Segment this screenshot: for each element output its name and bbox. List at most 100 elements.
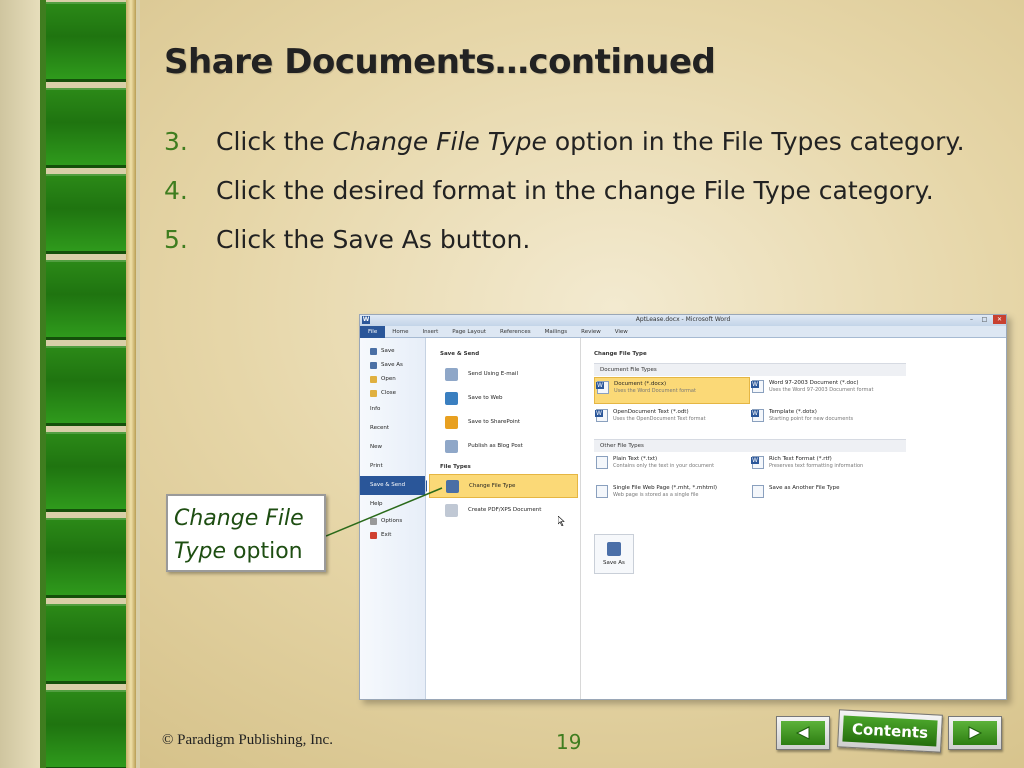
other-file-types-group: Other File Types: [594, 439, 906, 452]
callout-leader-line: [326, 487, 443, 537]
mouse-pointer-icon: [558, 516, 565, 526]
slide-title: Share Documents…continued: [164, 42, 716, 82]
callout-box: Change File Type option: [166, 494, 326, 572]
save-send-item-label: Save to SharePoint: [468, 419, 521, 425]
step-number: 3.: [164, 127, 188, 156]
page-number: 19: [556, 730, 582, 754]
file-types-heading: File Types: [440, 464, 471, 470]
save-as-label: Save As: [603, 560, 625, 566]
backstage-item[interactable]: Save As: [360, 358, 425, 372]
backstage-item[interactable]: Close: [360, 386, 425, 400]
backstage-item-label: Print: [370, 463, 383, 469]
close-icon[interactable]: ✕: [993, 315, 1006, 324]
file-type-option[interactable]: Save as Another File Type: [750, 482, 906, 509]
save-as-icon: [370, 361, 377, 369]
file-type-option[interactable]: Document (*.docx)Uses the Word Document …: [594, 377, 750, 404]
ribbon-tab[interactable]: View: [608, 326, 635, 338]
strip-tile: [46, 432, 126, 512]
email-icon: [445, 367, 458, 381]
save-send-item[interactable]: Change File Type: [429, 474, 578, 498]
save-send-item-label: Save to Web: [468, 395, 503, 401]
ribbon-tab[interactable]: File: [360, 325, 386, 338]
save-send-item[interactable]: Send Using E-mail: [429, 362, 578, 386]
step-item: 3. Click the Change File Type option in t…: [164, 122, 1014, 162]
file-type-option[interactable]: Single File Web Page (*.mht, *.mhtml) Web…: [594, 482, 750, 509]
change-file-type-icon: [446, 479, 459, 493]
minimize-icon[interactable]: –: [965, 315, 978, 324]
backstage-item[interactable]: Save: [360, 344, 425, 358]
step-list: 3. Click the Change File Type option in t…: [164, 122, 1014, 269]
ribbon-tab[interactable]: Review: [574, 326, 608, 338]
backstage-item-label: New: [370, 444, 382, 450]
save-as-button[interactable]: Save As: [594, 534, 634, 574]
document-icon: [596, 381, 609, 394]
file-type-name: Single File Web Page (*.mht, *.mhtml): [613, 485, 718, 491]
strip-tile: [46, 88, 126, 168]
contents-label: Contents: [842, 715, 938, 747]
next-slide-button[interactable]: [948, 716, 1002, 750]
backstage-item[interactable]: New: [360, 438, 425, 457]
change-file-type-pane: Change File Type Document File Types Doc…: [582, 338, 1006, 699]
file-type-name: Rich Text Format (*.rtf): [769, 456, 832, 462]
document-icon: [596, 456, 608, 469]
backstage-item[interactable]: Info: [360, 400, 425, 419]
ribbon-tab[interactable]: Page Layout: [445, 326, 493, 338]
save-send-item[interactable]: Publish as Blog Post: [429, 434, 578, 458]
file-type-option[interactable]: OpenDocument Text (*.odt)Uses the OpenDo…: [594, 406, 750, 433]
arrow-right-icon: [968, 726, 983, 740]
strip-gold-bar: [126, 0, 136, 768]
strip-tile: [46, 260, 126, 340]
save-send-item[interactable]: Save to Web: [429, 386, 578, 410]
file-type-option[interactable]: Plain Text (*.txt) Contains only the text…: [594, 453, 750, 480]
save-send-pane: Save & Send Send Using E-mail Save to Web…: [427, 338, 581, 699]
blog-icon: [445, 439, 458, 453]
strip-tile: [46, 346, 126, 426]
backstage-item[interactable]: Print: [360, 457, 425, 476]
ribbon-tab[interactable]: Insert: [415, 326, 445, 338]
document-icon: [752, 485, 764, 498]
backstage-item[interactable]: Open: [360, 372, 425, 386]
contents-button[interactable]: Contents: [837, 709, 943, 753]
file-type-option[interactable]: Word 97-2003 Document (*.doc)Uses the Wo…: [750, 377, 906, 404]
window-titlebar: W AptLease.docx - Microsoft Word – □ ✕: [360, 315, 1006, 326]
backstage-item-label: Info: [370, 406, 381, 412]
backstage-item[interactable]: Recent: [360, 419, 425, 438]
save-as-icon: [607, 542, 621, 556]
file-type-description: Uses the Word 97-2003 Document format: [769, 387, 874, 393]
strip-tile: [46, 604, 126, 684]
file-type-description: Preserves text formatting information: [769, 463, 864, 469]
file-type-name: Template (*.dotx): [769, 409, 817, 415]
save-send-item-label: Publish as Blog Post: [468, 443, 523, 449]
folder-close-icon: [370, 389, 377, 397]
step-text: Click the Save As button.: [216, 225, 531, 254]
strip-tile: [46, 518, 126, 598]
step-text: Click the desired format in the change F…: [216, 176, 934, 205]
save-send-item-label: Change File Type: [469, 483, 516, 489]
save-send-item-label: Create PDF/XPS Document: [468, 507, 542, 513]
maximize-icon[interactable]: □: [978, 315, 991, 324]
document-file-types-group: Document File Types: [594, 363, 906, 376]
file-type-description: Contains only the text in your document: [613, 463, 715, 469]
file-type-option[interactable]: Template (*.dotx)Starting point for new …: [750, 406, 906, 433]
save-send-item[interactable]: Save to SharePoint: [429, 410, 578, 434]
copyright-footer: © Paradigm Publishing, Inc.: [162, 732, 333, 748]
pdf-icon: [445, 503, 458, 517]
ribbon-tab[interactable]: References: [493, 326, 538, 338]
save-send-heading: Save & Send: [440, 351, 480, 357]
previous-slide-button[interactable]: [776, 716, 830, 750]
save-send-item[interactable]: Create PDF/XPS Document: [429, 498, 578, 522]
window-title: AptLease.docx - Microsoft Word: [635, 316, 731, 323]
save-send-item-label: Send Using E-mail: [468, 371, 518, 377]
backstage-item-label: Save As: [381, 362, 403, 368]
step-item: 5. Click the Save As button.: [164, 220, 1014, 260]
ribbon-tab[interactable]: Mailings: [538, 326, 575, 338]
save-icon: [370, 347, 377, 355]
file-type-description: Starting point for new documents: [769, 416, 854, 422]
document-icon: [595, 409, 608, 422]
file-type-option[interactable]: Rich Text Format (*.rtf)Preserves text f…: [750, 453, 906, 480]
document-icon: [751, 456, 764, 469]
arrow-left-icon: [795, 726, 810, 740]
change-file-type-heading: Change File Type: [594, 351, 647, 357]
word-screenshot: W AptLease.docx - Microsoft Word – □ ✕ F…: [359, 314, 1007, 700]
ribbon-tab[interactable]: Home: [385, 326, 415, 338]
